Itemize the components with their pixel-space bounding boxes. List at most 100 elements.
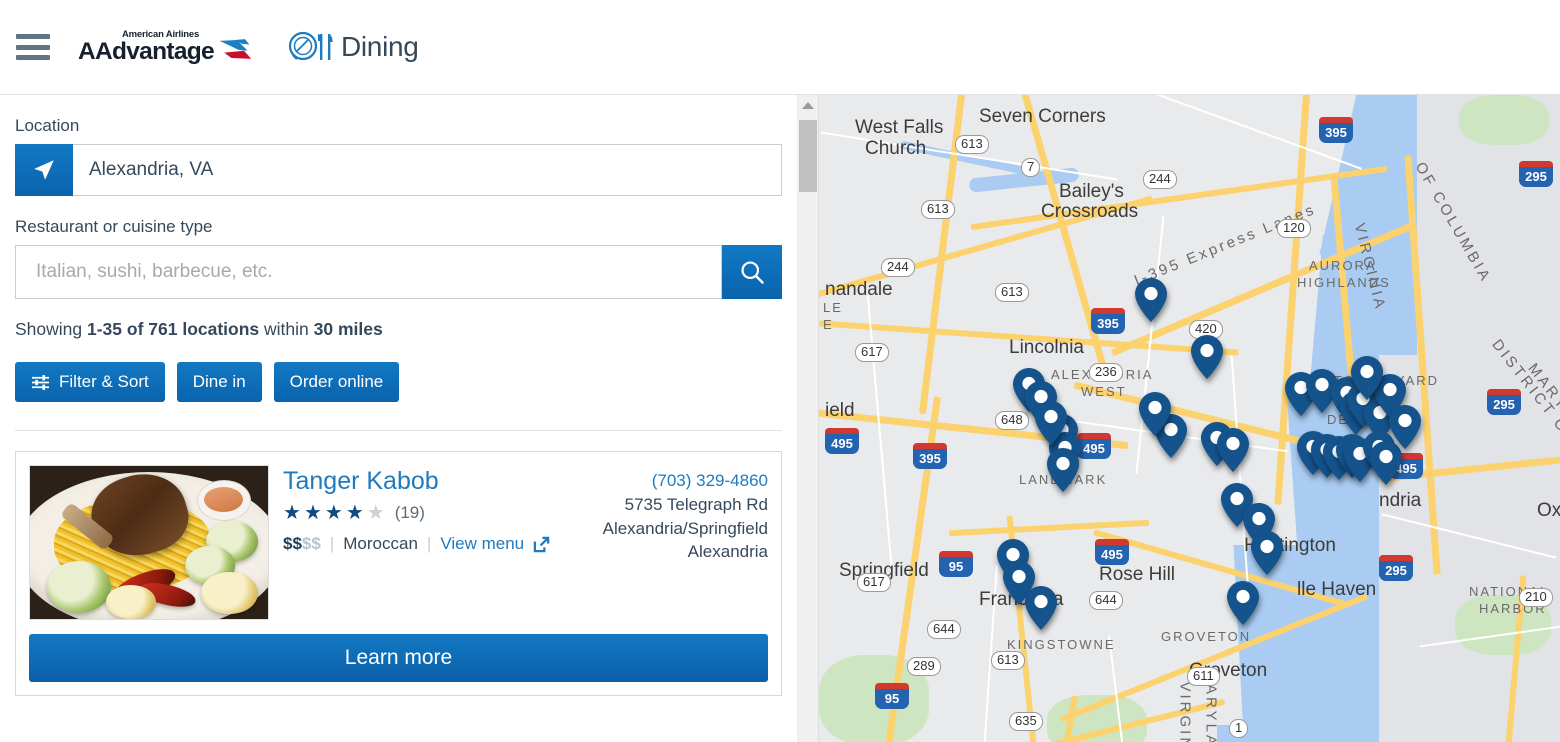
filter-and-sort-label: Filter & Sort (59, 372, 149, 391)
map-road-label: VIRGINIA (1176, 681, 1194, 742)
map-label: ield (825, 400, 855, 421)
map-label: lle Haven (1297, 579, 1377, 600)
map-label: E (823, 317, 834, 332)
showing-radius: 30 miles (313, 319, 383, 339)
map-label: GROVETON (1161, 629, 1252, 644)
address-line-2: Alexandria/Springfield (602, 518, 768, 538)
star-icon-empty: ★ (366, 502, 385, 524)
dine-in-button[interactable]: Dine in (176, 362, 262, 402)
map-pin-icon[interactable] (1046, 447, 1080, 493)
route-shield: 611 (1187, 667, 1220, 686)
interstate-shield: 495 (825, 428, 859, 454)
app-root: American Airlines AAdvantage Dining Loca… (0, 0, 1560, 742)
search-button[interactable] (722, 245, 782, 299)
sliders-icon (32, 374, 49, 390)
map-pin-icon[interactable] (1388, 404, 1422, 450)
star-icon: ★ (303, 502, 322, 524)
geolocate-button[interactable] (15, 144, 73, 196)
route-shield: 289 (907, 657, 941, 676)
results-count-text: Showing 1-35 of 761 locations within 30 … (15, 319, 782, 340)
learn-more-button[interactable]: Learn more (29, 634, 768, 682)
location-field-row (15, 144, 782, 196)
view-menu-link[interactable]: View menu (440, 534, 524, 554)
restaurant-name-link[interactable]: Tanger Kabob (283, 467, 603, 496)
interstate-shield: 95 (875, 683, 909, 709)
address-line-3: Alexandria (687, 542, 768, 562)
restaurant-info: Tanger Kabob ★ ★ ★ ★ ★ (19) $$$$ | Moroc… (269, 465, 768, 620)
star-rating: ★ ★ ★ ★ ★ (19) (283, 503, 603, 523)
dining-logo[interactable]: Dining (287, 28, 419, 66)
restaurant-photo[interactable] (29, 465, 269, 620)
interstate-shield: 295 (1379, 555, 1413, 581)
restaurant-card: Tanger Kabob ★ ★ ★ ★ ★ (19) $$$$ | Moroc… (15, 451, 782, 696)
address-line-1: 5735 Telegraph Rd (624, 494, 768, 514)
route-shield: 644 (927, 620, 961, 639)
route-shield: 7 (1021, 158, 1041, 177)
route-shield: 613 (955, 135, 989, 154)
star-icon: ★ (345, 502, 364, 524)
interstate-shield: 295 (1487, 389, 1521, 415)
map-pin-icon[interactable] (1250, 530, 1284, 576)
interstate-shield: 395 (1091, 308, 1125, 334)
app-header: American Airlines AAdvantage Dining (0, 0, 1560, 95)
map-label: KINGSTOWNE (1007, 637, 1116, 652)
map-label: West Falls (855, 117, 944, 138)
showing-middle: within (259, 319, 314, 339)
scroll-up-arrow-icon[interactable] (802, 102, 814, 109)
map-label: Seven Corners (979, 106, 1106, 127)
hamburger-icon[interactable] (16, 34, 50, 60)
aadvantage-logo[interactable]: American Airlines AAdvantage (78, 29, 253, 65)
map-panel: West Falls Church Seven Corners Bailey's Cro… (797, 95, 1560, 742)
restaurant-meta: $$$$ | Moroccan | View menu (283, 534, 603, 554)
interstate-shield: 495 (1077, 433, 1111, 459)
star-icon: ★ (283, 502, 301, 524)
filter-and-sort-button[interactable]: Filter & Sort (15, 362, 165, 402)
aa-flight-symbol-icon (219, 38, 252, 59)
dine-in-label: Dine in (192, 372, 246, 391)
restaurant-contact: (703) 329-4860 5735 Telegraph Rd Alexand… (603, 465, 768, 620)
route-shield: 1 (1229, 719, 1249, 738)
phone-link[interactable]: (703) 329-4860 (603, 469, 768, 493)
search-input[interactable] (15, 245, 722, 299)
scrollbar-thumb[interactable] (799, 120, 817, 192)
map-label: WEST (1081, 384, 1127, 399)
showing-prefix: Showing (15, 319, 87, 339)
dining-label: Dining (340, 31, 419, 62)
map-label: Oxo (1537, 500, 1560, 521)
showing-count: 1-35 of 761 locations (87, 319, 260, 339)
restaurant-card-top: Tanger Kabob ★ ★ ★ ★ ★ (19) $$$$ | Moroc… (29, 465, 768, 620)
map-pin-icon[interactable] (1190, 334, 1224, 380)
map-label: nandale (825, 279, 893, 300)
aadvantage-wordmark: AAdvantage (78, 38, 215, 65)
map-label: ndria (1379, 490, 1422, 511)
squash-shape (106, 585, 157, 619)
map-canvas[interactable]: West Falls Church Seven Corners Bailey's Cro… (819, 95, 1560, 742)
map-pin-icon[interactable] (1134, 277, 1168, 323)
map-pin-icon[interactable] (1350, 355, 1384, 401)
meta-divider: | (329, 534, 335, 553)
map-pin-icon[interactable] (1138, 391, 1172, 437)
review-count: (19) (394, 503, 425, 522)
map-pin-icon[interactable] (1024, 585, 1058, 631)
map-pin-icon[interactable] (1216, 427, 1250, 473)
map-label: Crossroads (1041, 201, 1139, 222)
location-label: Location (15, 116, 80, 135)
map-label: Lincolnia (1009, 337, 1084, 358)
page-scrollbar[interactable] (797, 95, 819, 742)
interstate-shield: 495 (1095, 539, 1129, 565)
map-pin-icon[interactable] (1034, 400, 1068, 446)
external-link-icon[interactable] (533, 536, 550, 553)
map-label: Bailey's (1059, 181, 1124, 202)
route-shield: 613 (995, 283, 1029, 302)
map-pin-icon[interactable] (1226, 580, 1260, 626)
zucchini-shape (46, 560, 111, 613)
restaurant-info-left: Tanger Kabob ★ ★ ★ ★ ★ (19) $$$$ | Moroc… (283, 465, 603, 620)
location-input[interactable] (73, 144, 782, 196)
search-results-panel: Location Restaurant or cuisine type Show… (0, 95, 797, 742)
order-online-label: Order online (289, 372, 384, 391)
order-online-button[interactable]: Order online (273, 362, 400, 402)
cuisine-type: Moroccan (343, 534, 418, 553)
route-shield: 244 (881, 258, 915, 277)
route-shield: 617 (857, 573, 891, 592)
park-area (1459, 95, 1549, 145)
